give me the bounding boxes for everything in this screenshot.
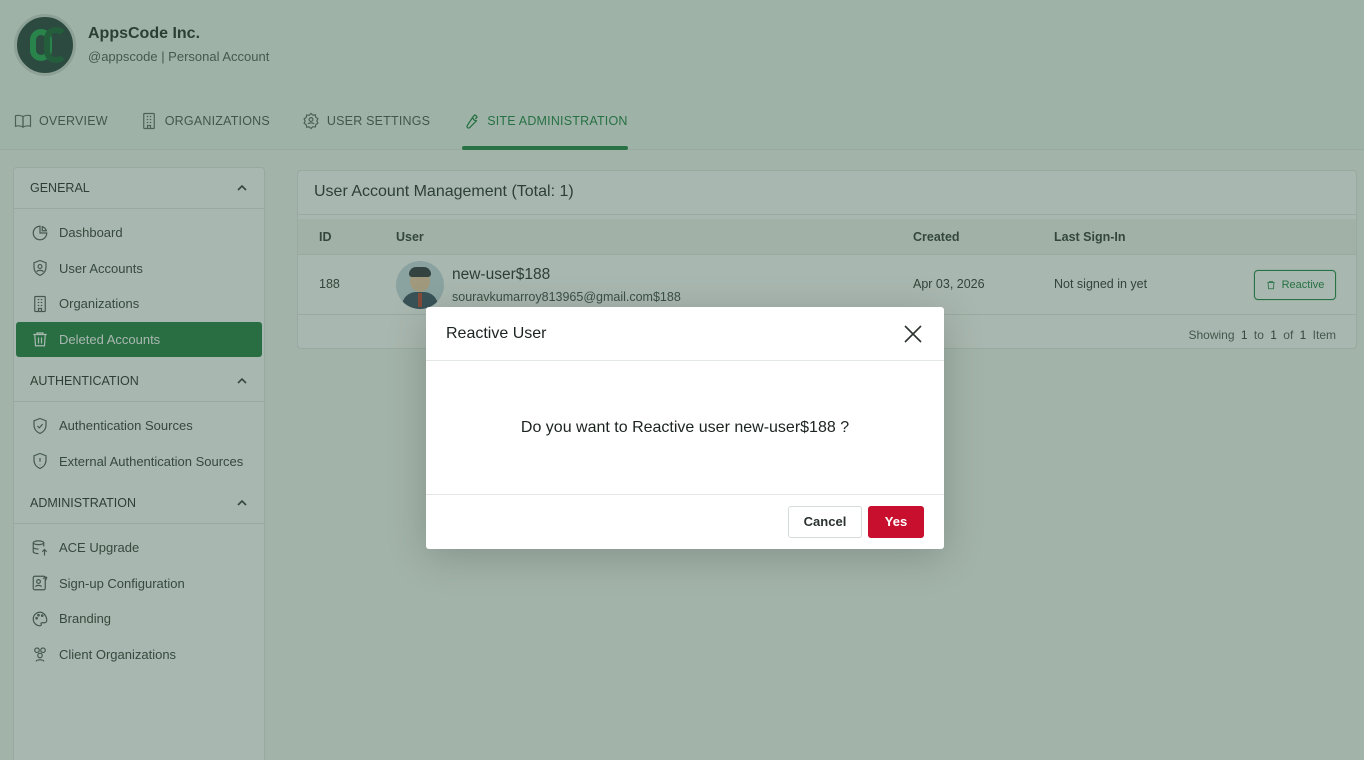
close-icon[interactable] (902, 323, 924, 345)
dialog-title: Reactive User (446, 324, 547, 342)
dialog-footer: Cancel Yes (426, 495, 944, 548)
dialog-message: Do you want to Reactive user new-user$18… (520, 418, 850, 436)
yes-button[interactable]: Yes (868, 505, 924, 538)
reactive-user-dialog: Reactive User Do you want to Reactive us… (426, 307, 944, 549)
dialog-body: Do you want to Reactive user new-user$18… (426, 361, 944, 495)
cancel-button[interactable]: Cancel (788, 505, 862, 538)
dialog-header: Reactive User (426, 307, 944, 361)
